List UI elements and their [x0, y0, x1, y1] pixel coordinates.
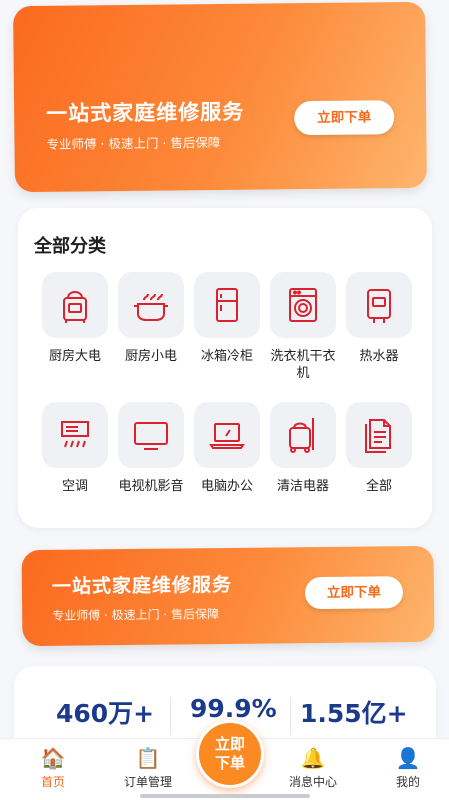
banner-subtitle: 专业师傅 · 极速上门 · 售后保障: [52, 607, 220, 623]
category-label: 厨房小电: [124, 349, 177, 364]
banner-title: 一站式家庭维修服务: [46, 99, 245, 126]
mid-promo-banner[interactable]: 一站式家庭维修服务 专业师傅 · 极速上门 · 售后保障 立即下单: [21, 545, 435, 647]
stat-value: 1.55亿+: [300, 699, 408, 728]
stat-divider: [290, 698, 291, 734]
air-conditioner-icon: [42, 402, 108, 468]
category-label: 洗衣机干衣机: [270, 349, 336, 381]
stat-value: 460万+: [56, 699, 155, 728]
category-item-air-conditioner[interactable]: 空调: [37, 402, 113, 495]
order-now-button[interactable]: 立即下单: [294, 100, 395, 136]
banner-title: 一站式家庭维修服务: [51, 573, 233, 598]
all-documents-icon: [346, 402, 412, 468]
category-item-water-heater[interactable]: 热水器: [341, 272, 417, 365]
user-icon: 👤: [395, 746, 421, 770]
stat-divider: [170, 698, 171, 734]
home-indicator: [140, 794, 310, 798]
category-item-cleaning[interactable]: 清洁电器: [265, 402, 341, 495]
order-now-button[interactable]: 立即下单: [304, 576, 404, 610]
category-title: 全部分类: [34, 236, 106, 257]
tab-profile[interactable]: 👤 我的: [368, 739, 448, 790]
banner-subtitle: 专业师傅 · 极速上门 · 售后保障: [46, 134, 221, 152]
category-label: 厨房大电: [48, 349, 101, 364]
category-item-kitchen-small[interactable]: 厨房小电: [113, 272, 189, 365]
category-item-all[interactable]: 全部: [341, 402, 417, 495]
category-label: 清洁电器: [276, 479, 329, 494]
cooking-pot-icon: [118, 272, 184, 338]
category-label: 热水器: [359, 349, 399, 364]
top-promo-banner[interactable]: 一站式家庭维修服务 专业师傅 · 极速上门 · 售后保障 立即下单: [13, 1, 427, 193]
tab-label: 消息中心: [288, 775, 337, 789]
category-label: 全部: [365, 479, 392, 494]
tab-label: 首页: [40, 775, 65, 789]
water-heater-icon: [346, 272, 412, 338]
laptop-icon: [194, 402, 260, 468]
category-card: 全部分类 厨房大电 厨房小电 冰箱冷柜 洗衣机干衣机 热水器 空调 电视机影音 …: [18, 208, 432, 528]
category-label: 电脑办公: [200, 479, 253, 494]
tab-messages[interactable]: 🔔 消息中心: [273, 739, 353, 790]
category-item-tv[interactable]: 电视机影音: [113, 402, 189, 495]
category-label: 空调: [61, 479, 88, 494]
order-now-fab[interactable]: 立即 下单: [196, 720, 264, 788]
home-icon: 🏠: [40, 746, 66, 770]
category-item-fridge[interactable]: 冰箱冷柜: [189, 272, 265, 365]
clipboard-icon: 📋: [135, 746, 161, 770]
kitchen-appliance-icon: [42, 272, 108, 338]
category-item-kitchen-large[interactable]: 厨房大电: [37, 272, 113, 365]
washing-machine-icon: [270, 272, 336, 338]
category-label: 冰箱冷柜: [200, 349, 253, 364]
category-item-computer[interactable]: 电脑办公: [189, 402, 265, 495]
tab-home[interactable]: 🏠 首页: [13, 739, 93, 790]
television-icon: [118, 402, 184, 468]
tab-orders[interactable]: 📋 订单管理: [108, 739, 188, 790]
category-item-washer[interactable]: 洗衣机干衣机: [265, 272, 341, 382]
fab-line2: 下单: [214, 754, 245, 772]
bell-icon: 🔔: [300, 746, 326, 770]
category-label: 电视机影音: [118, 479, 184, 494]
stat-value: 99.9%: [190, 694, 277, 723]
refrigerator-icon: [194, 272, 260, 338]
tab-label: 订单管理: [123, 775, 172, 789]
fab-line1: 立即: [214, 735, 245, 753]
tab-label: 我的: [395, 775, 420, 789]
cleaning-appliance-icon: [270, 402, 336, 468]
